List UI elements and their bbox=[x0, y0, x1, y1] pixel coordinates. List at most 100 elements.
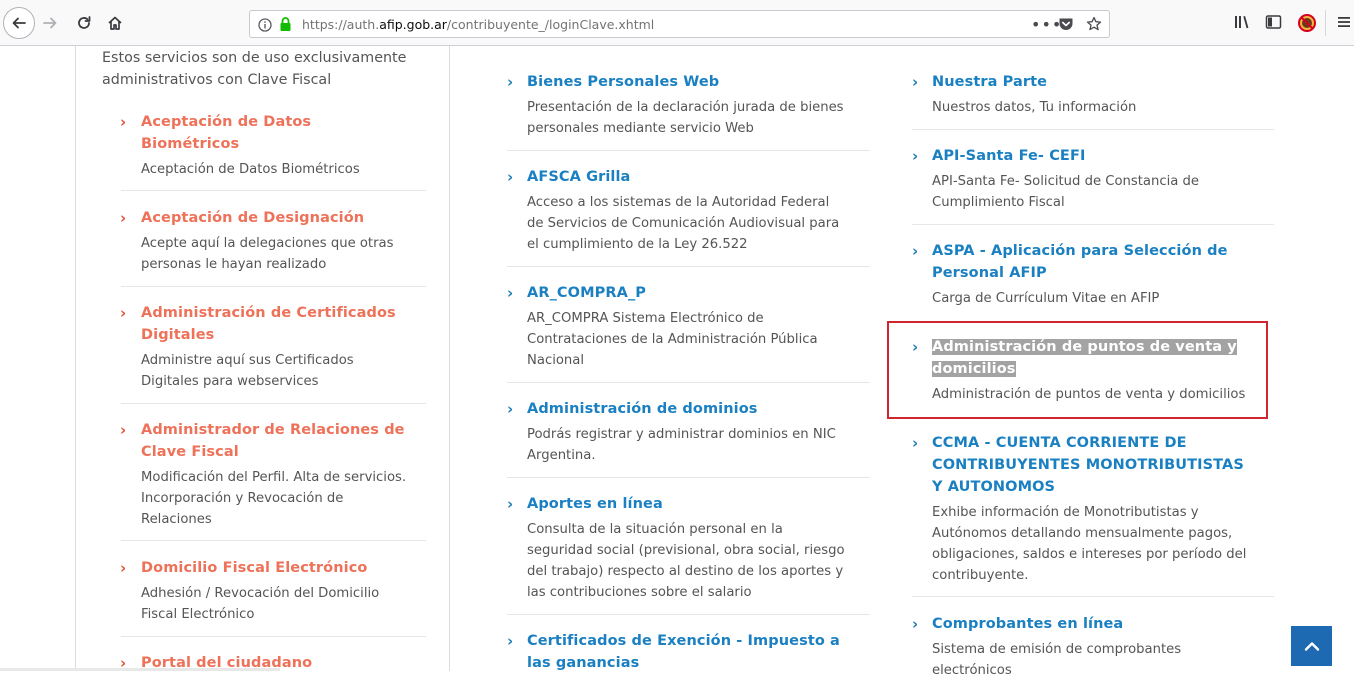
list-item[interactable]: › AR_COMPRA_P AR_COMPRA Sistema Electrón… bbox=[507, 282, 847, 371]
chevron-right-icon: › bbox=[912, 434, 919, 452]
url-bar[interactable]: https://auth.afip.gob.ar/contribuyente_/… bbox=[249, 10, 1110, 38]
service-link[interactable]: Administración de dominios bbox=[527, 398, 847, 420]
divider bbox=[121, 403, 426, 404]
service-link[interactable]: AFSCA Grilla bbox=[527, 166, 847, 188]
service-link[interactable]: Bienes Personales Web bbox=[527, 71, 847, 93]
service-description: Acceso a los sistemas de la Autoridad Fe… bbox=[527, 195, 840, 252]
info-icon[interactable] bbox=[258, 17, 272, 36]
chevron-right-icon: › bbox=[120, 113, 127, 131]
service-link[interactable]: Certificados de Exención - Impuesto a la… bbox=[527, 630, 847, 674]
addon-blocked-icon[interactable] bbox=[1297, 13, 1317, 37]
chevron-right-icon: › bbox=[120, 304, 127, 322]
service-description: API-Santa Fe- Solicitud de Constancia de… bbox=[932, 174, 1200, 210]
service-link[interactable]: Administración de Certificados Digitales bbox=[141, 302, 410, 346]
service-link[interactable]: API-Santa Fe- CEFI bbox=[932, 145, 1257, 167]
service-link[interactable]: AR_COMPRA_P bbox=[527, 282, 847, 304]
list-item[interactable]: › Certificados de Exención - Impuesto a … bbox=[507, 630, 847, 674]
divider bbox=[121, 286, 426, 287]
list-item[interactable]: › ASPA - Aplicación para Selección de Pe… bbox=[912, 240, 1257, 309]
list-item[interactable]: › Domicilio Fiscal Electrónico Adhesión … bbox=[120, 557, 410, 625]
list-item[interactable]: › API-Santa Fe- CEFI API-Santa Fe- Solic… bbox=[912, 145, 1257, 213]
service-link[interactable]: CCMA - CUENTA CORRIENTE DE CONTRIBUYENTE… bbox=[932, 432, 1257, 498]
chevron-right-icon: › bbox=[912, 615, 919, 633]
chevron-right-icon: › bbox=[912, 147, 919, 165]
star-icon[interactable] bbox=[1086, 16, 1102, 36]
service-description: Podrás registrar y administrar dominios … bbox=[527, 427, 836, 463]
menu-icon[interactable] bbox=[1336, 14, 1352, 34]
list-item[interactable]: › Aportes en línea Consulta de la situac… bbox=[507, 493, 847, 603]
chevron-right-icon: › bbox=[120, 209, 127, 227]
service-description: Acepte aquí la delegaciones que otras pe… bbox=[141, 236, 394, 272]
service-link[interactable]: Administrador de Relaciones de Clave Fis… bbox=[141, 419, 410, 463]
url-path: /contribuyente_/loginClave.xhtml bbox=[446, 17, 655, 32]
list-item[interactable]: › Nuestra Parte Nuestros datos, Tu infor… bbox=[912, 71, 1257, 118]
chevron-right-icon: › bbox=[507, 168, 514, 186]
service-link[interactable]: Aportes en línea bbox=[527, 493, 847, 515]
service-link[interactable]: Aceptación de Datos Biométricos bbox=[141, 111, 410, 155]
service-description: AR_COMPRA Sistema Electrónico de Contrat… bbox=[527, 311, 818, 368]
service-description: Sistema de emisión de comprobantes elect… bbox=[932, 642, 1182, 678]
divider bbox=[507, 150, 870, 151]
highlight-box bbox=[887, 321, 1268, 419]
home-button[interactable] bbox=[100, 8, 130, 38]
divider bbox=[121, 540, 426, 541]
chevron-right-icon: › bbox=[507, 495, 514, 513]
service-link[interactable]: Comprobantes en línea bbox=[932, 613, 1257, 635]
divider bbox=[121, 190, 426, 191]
service-link[interactable]: Nuestra Parte bbox=[932, 71, 1257, 93]
chevron-right-icon: › bbox=[507, 284, 514, 302]
list-item[interactable]: › Aceptación de Datos Biométricos Acepta… bbox=[120, 111, 410, 180]
back-icon bbox=[12, 17, 26, 29]
divider bbox=[507, 477, 870, 478]
service-description: Nuestros datos, Tu información bbox=[932, 100, 1137, 115]
service-description: Modificación del Perfil. Alta de servici… bbox=[141, 470, 407, 527]
back-to-top-button[interactable] bbox=[1291, 626, 1332, 666]
chevron-right-icon: › bbox=[507, 632, 514, 650]
chevron-right-icon: › bbox=[120, 559, 127, 577]
chevron-right-icon: › bbox=[912, 73, 919, 91]
reload-button[interactable] bbox=[69, 8, 99, 38]
sidebar-icon[interactable] bbox=[1265, 14, 1282, 34]
list-item[interactable]: › CCMA - CUENTA CORRIENTE DE CONTRIBUYEN… bbox=[912, 432, 1257, 586]
panel-intro-text: Estos servicios son de uso exclusivament… bbox=[102, 50, 407, 88]
service-description: Adhesión / Revocación del Domicilio Fisc… bbox=[141, 586, 380, 622]
forward-button[interactable] bbox=[35, 8, 65, 38]
pocket-icon[interactable] bbox=[1058, 17, 1074, 36]
divider bbox=[912, 129, 1274, 130]
services-column-middle: › Bienes Personales Web Presentación de … bbox=[507, 46, 872, 671]
list-item[interactable]: › Aceptación de Designación Acepte aquí … bbox=[120, 207, 410, 275]
page-content: Estos servicios son de uso exclusivament… bbox=[0, 46, 1354, 678]
url-prefix: https://auth. bbox=[302, 17, 380, 32]
service-link[interactable]: Domicilio Fiscal Electrónico bbox=[141, 557, 410, 579]
chevron-up-icon bbox=[1304, 642, 1319, 651]
admin-services-panel: Estos servicios son de uso exclusivament… bbox=[75, 46, 450, 672]
divider bbox=[507, 614, 870, 615]
divider bbox=[507, 382, 870, 383]
url-text[interactable]: https://auth.afip.gob.ar/contribuyente_/… bbox=[302, 17, 654, 32]
url-domain: afip.gob.ar bbox=[379, 17, 447, 32]
service-link[interactable]: Aceptación de Designación bbox=[141, 207, 410, 229]
service-description: Consulta de la situación personal en la … bbox=[527, 522, 845, 600]
list-item[interactable]: › Administración de dominios Podrás regi… bbox=[507, 398, 847, 466]
toolbar-separator bbox=[1325, 10, 1326, 36]
back-button[interactable] bbox=[3, 7, 35, 39]
service-description: Carga de Currículum Vitae en AFIP bbox=[932, 291, 1160, 306]
service-description: Administre aquí sus Certificados Digital… bbox=[141, 353, 354, 389]
lock-icon[interactable] bbox=[279, 16, 292, 36]
chevron-right-icon: › bbox=[120, 421, 127, 439]
library-icon[interactable] bbox=[1234, 14, 1251, 34]
divider bbox=[507, 266, 870, 267]
service-description: Exhibe información de Monotributistas y … bbox=[932, 505, 1247, 583]
list-item[interactable]: › Administración de Certificados Digital… bbox=[120, 302, 410, 392]
forward-icon bbox=[43, 17, 57, 29]
chevron-right-icon: › bbox=[507, 400, 514, 418]
list-item[interactable]: › Administrador de Relaciones de Clave F… bbox=[120, 419, 410, 530]
chevron-right-icon: › bbox=[507, 73, 514, 91]
service-description: Presentación de la declaración jurada de… bbox=[527, 100, 844, 136]
list-item[interactable]: › Bienes Personales Web Presentación de … bbox=[507, 71, 847, 139]
service-description: Aceptación de Datos Biométricos bbox=[141, 162, 360, 177]
reload-icon bbox=[78, 16, 91, 29]
divider bbox=[121, 636, 426, 637]
list-item[interactable]: › AFSCA Grilla Acceso a los sistemas de … bbox=[507, 166, 847, 255]
service-link[interactable]: ASPA - Aplicación para Selección de Pers… bbox=[932, 240, 1257, 284]
